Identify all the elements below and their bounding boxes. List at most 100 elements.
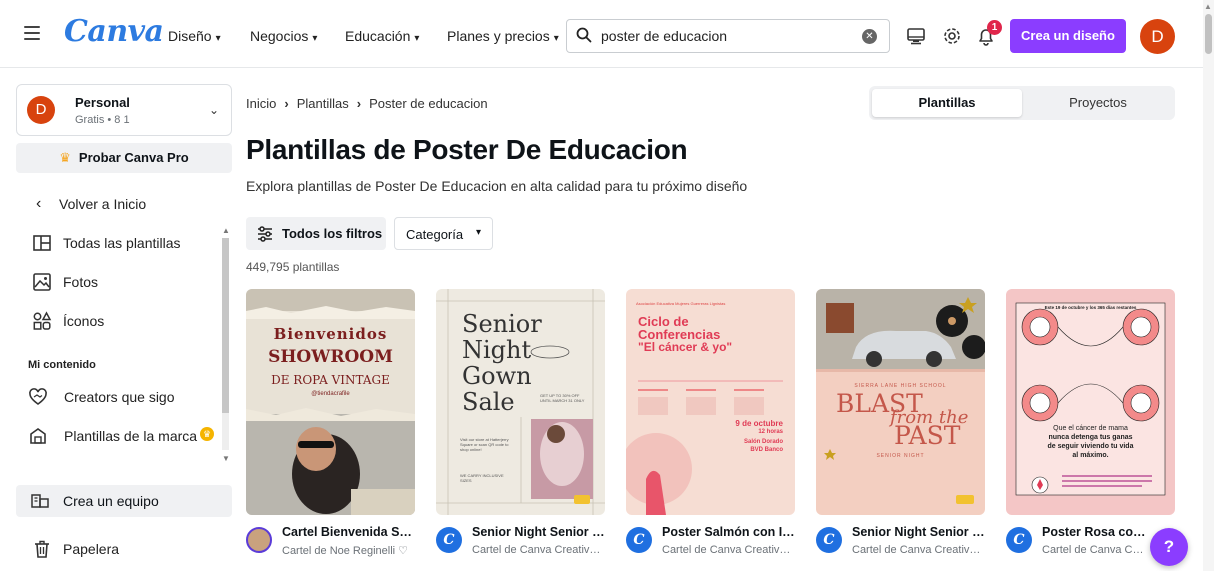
gear-icon[interactable] [941, 25, 963, 47]
template-author[interactable]: Cartel de Canva Creative Studio [1042, 544, 1146, 556]
account-plan: Gratis • 8 1 [75, 114, 130, 126]
chevron-down-icon: ▾ [312, 33, 318, 44]
thumb-text: Sale [462, 388, 515, 416]
tab-projects[interactable]: Proyectos [1024, 89, 1172, 117]
help-button[interactable]: ? [1150, 528, 1188, 566]
crown-icon: ♛ [59, 150, 71, 165]
sliders-icon [258, 226, 272, 242]
template-card[interactable]: Senior Night Gown Sale GET UP TO 30% OFF… [436, 289, 605, 515]
nav-label: Diseño [168, 28, 212, 44]
thumb-text: WE CARRY INCLUSIVE SIZES [460, 473, 504, 483]
photos-icon [33, 273, 51, 291]
template-author[interactable]: Cartel de Noe Reginelli ♡ [282, 544, 416, 557]
thumb-text: Salón Dorado [743, 439, 783, 445]
canva-creator-avatar[interactable]: C [436, 527, 462, 553]
breadcrumb-templates[interactable]: Plantillas [297, 96, 349, 111]
template-author[interactable]: Cartel de Canva Creative Studio [662, 544, 796, 556]
clear-search-icon[interactable]: ✕ [862, 29, 877, 44]
canva-creator-avatar[interactable]: C [626, 527, 652, 553]
nav-planes[interactable]: Planes y precios ▾ [447, 28, 559, 44]
scroll-up-icon[interactable]: ▲ [1204, 2, 1212, 11]
section-title-my-content: Mi contenido [28, 359, 96, 371]
creator-avatar[interactable] [246, 527, 272, 553]
template-title[interactable]: Senior Night Senior Blast from the Past [852, 525, 986, 539]
breadcrumb: Inicio › Plantillas › Poster de educacion [246, 96, 488, 111]
trash-icon [35, 540, 49, 558]
template-meta: C Senior Night Senior Gown Sale Cartel d… [436, 525, 606, 565]
template-title[interactable]: Poster Salmón con Ilustración [662, 525, 796, 539]
account-avatar: D [27, 96, 55, 124]
breadcrumb-home[interactable]: Inicio [246, 96, 276, 111]
nav-label: Negocios [250, 28, 309, 44]
breadcrumb-current: Poster de educacion [369, 96, 488, 111]
thumb-text: Gown [462, 362, 532, 390]
chevron-down-icon: ▾ [414, 33, 420, 44]
crown-icon: ♛ [200, 427, 214, 441]
thumb-text: SENIOR NIGHT [876, 453, 925, 459]
template-card[interactable]: SIERRA LANE HIGH SCHOOL BLAST from the P… [816, 289, 985, 515]
search-input[interactable]: poster de educacion ✕ [566, 19, 890, 53]
canva-creator-avatar[interactable]: C [1006, 527, 1032, 553]
page-title: Plantillas de Poster De Educacion [246, 134, 688, 165]
all-filters-button[interactable]: Todos los filtros [246, 217, 386, 250]
thumb-text: Este 19 de octubre y los 365 días restan… [1044, 305, 1137, 310]
thumb-text: @tiendacrafile [311, 391, 350, 397]
chevron-right-icon: › [284, 96, 289, 111]
thumb-text: al máximo. [1072, 452, 1109, 459]
template-card[interactable]: Este 19 de octubre y los 365 días restan… [1006, 289, 1175, 515]
nav-label: Educación [345, 28, 411, 44]
category-label: Categoría [406, 227, 464, 242]
thumb-text: SHOWROOM [268, 347, 393, 367]
nav-educacion[interactable]: Educación ▾ [345, 28, 419, 44]
template-author[interactable]: Cartel de Canva Creative Studio [852, 544, 986, 556]
account-name: Personal [75, 95, 130, 110]
thumb-text: PAST [894, 421, 961, 450]
notification-badge: 1 [987, 20, 1002, 35]
create-design-button[interactable]: Crea un diseño [1010, 19, 1126, 53]
top-bar: Canva Diseño ▾ Negocios ▾ Educación ▾ Plane… [0, 0, 1214, 68]
chevron-down-icon: ▾ [215, 33, 221, 44]
template-title[interactable]: Poster Rosa con Ilustraciones [1042, 525, 1146, 539]
template-title[interactable]: Senior Night Senior Gown Sale [472, 525, 606, 539]
sidebar-item-label: Fotos [63, 274, 99, 290]
all-filters-label: Todos los filtros [282, 226, 383, 241]
template-card[interactable]: Bienvenidos SHOWROOM DE ROPA VINTAGE @ti… [246, 289, 415, 515]
scroll-up-icon[interactable]: ▲ [222, 226, 230, 235]
nav-diseno[interactable]: Diseño ▾ [168, 28, 221, 44]
sidebar-item-label: Íconos [63, 313, 105, 329]
scroll-down-icon[interactable]: ▼ [222, 454, 230, 463]
chevron-left-icon: ‹ [36, 195, 42, 212]
category-dropdown[interactable]: Categoría ▾ [394, 217, 493, 250]
template-meta: Cartel Bienvenida Showroom Cartel de Noe… [246, 525, 416, 565]
template-meta: C Poster Rosa con Ilustraciones Cartel d… [1006, 525, 1146, 565]
sidebar-scrollbar[interactable]: ▲ ▼ [222, 226, 230, 464]
scrollbar-thumb[interactable] [222, 238, 229, 413]
search-icon [576, 27, 592, 43]
avatar[interactable]: D [1140, 19, 1175, 54]
chevron-down-icon: ▾ [553, 33, 559, 44]
template-card[interactable]: Asociación Educativa Mujeres Guerreras L… [626, 289, 795, 515]
create-team-button[interactable]: Crea un equipo [16, 485, 232, 517]
chevron-down-icon: ⌄ [208, 103, 219, 117]
desktop-app-icon[interactable] [905, 25, 927, 47]
template-title[interactable]: Cartel Bienvenida Showroom [282, 525, 416, 539]
thumb-text: Visit our store at Hatterjerry Square or… [460, 437, 509, 452]
nav-label: Planes y precios [447, 28, 550, 44]
page-scrollbar[interactable]: ▲ [1203, 0, 1214, 571]
menu-icon[interactable] [24, 26, 40, 40]
back-label: Volver a Inicio [59, 196, 147, 212]
account-switcher[interactable]: D Personal Gratis • 8 1 ⌄ [16, 84, 232, 136]
brand-icon [30, 428, 46, 444]
tab-templates[interactable]: Plantillas [872, 89, 1022, 117]
template-author[interactable]: Cartel de Canva Creative Studio [472, 544, 606, 556]
create-team-label: Crea un equipo [63, 493, 159, 509]
thumb-text: nunca detenga tus ganas [1048, 434, 1133, 441]
canva-creator-avatar[interactable]: C [816, 527, 842, 553]
scrollbar-thumb[interactable] [1205, 14, 1212, 54]
sidebar-item-label: Plantillas de la marca [64, 428, 198, 444]
thumb-text: Senior [462, 310, 542, 338]
team-icon [31, 494, 49, 508]
try-pro-button[interactable]: ♛ Probar Canva Pro [16, 143, 232, 173]
nav-negocios[interactable]: Negocios ▾ [250, 28, 317, 44]
canva-logo[interactable]: Canva [64, 14, 164, 49]
